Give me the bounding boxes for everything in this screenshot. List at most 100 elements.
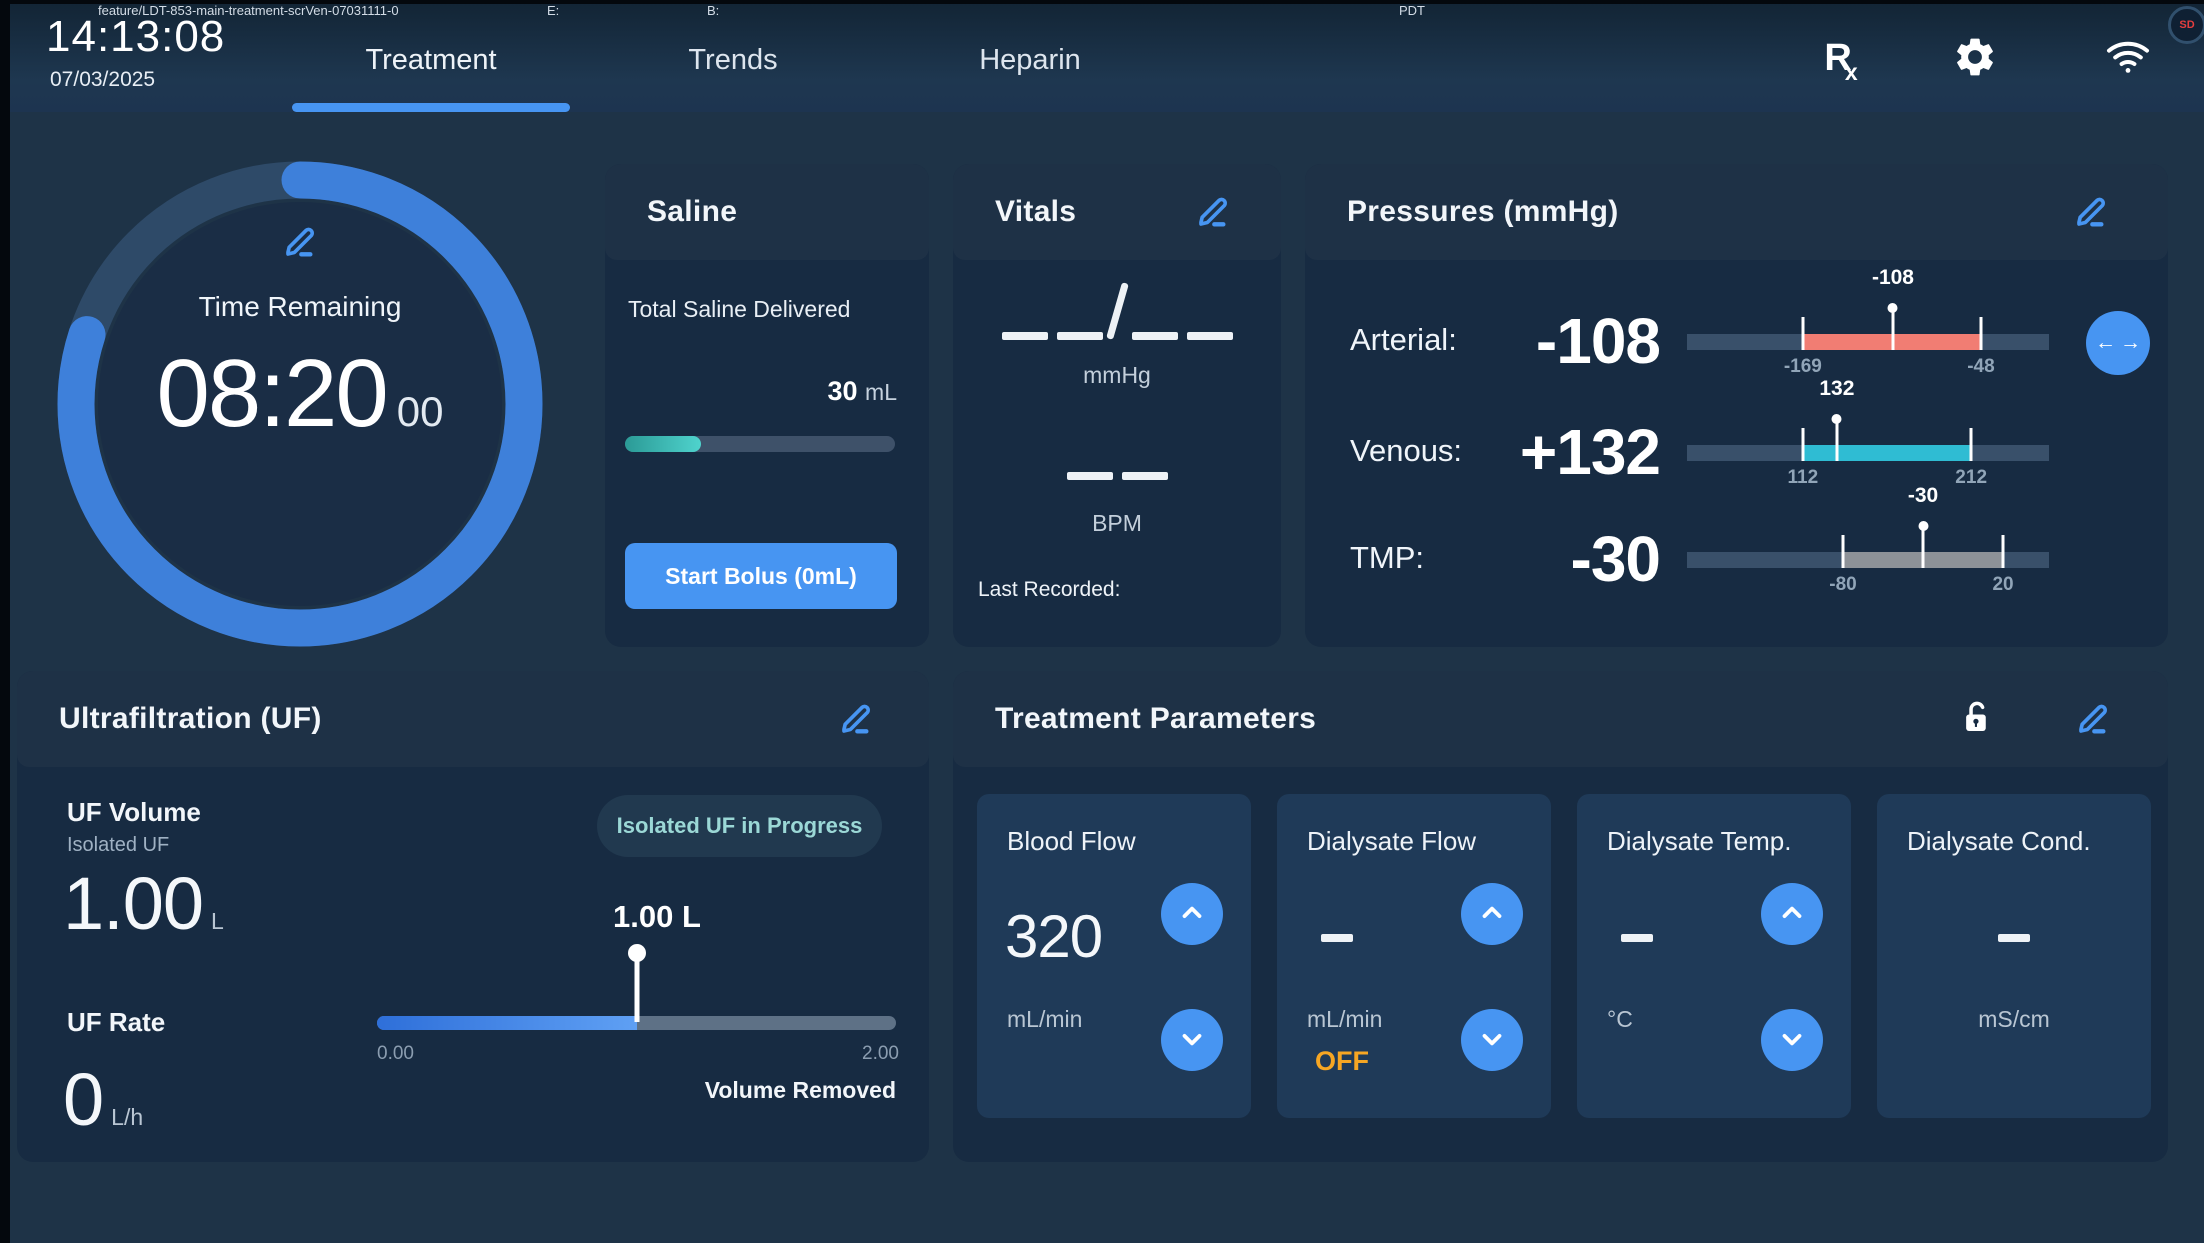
- tmp-gauge: -30 -80 20: [1687, 470, 2049, 590]
- dialysate-flow-decrease-button[interactable]: [1461, 1009, 1523, 1071]
- saline-title: Saline: [647, 164, 737, 260]
- arterial-value: -108: [1430, 304, 1660, 378]
- edit-pressures-button[interactable]: [2069, 191, 2111, 233]
- gauge-marker-label: -30: [1908, 484, 1938, 508]
- screen-left-bezel: [0, 0, 10, 1243]
- bp-dash: [1002, 332, 1048, 340]
- dialysate-flow-unit: mL/min: [1307, 1006, 1382, 1033]
- ultrafiltration-card: Ultrafiltration (UF) UF Volume Isolated …: [17, 671, 929, 1162]
- tab-treatment[interactable]: Treatment: [365, 44, 496, 77]
- dialysate-temp-decrease-button[interactable]: [1761, 1009, 1823, 1071]
- hr-dash: [1067, 472, 1113, 480]
- gauge-marker-label: 132: [1819, 377, 1854, 401]
- edit-parameters-button[interactable]: [2071, 698, 2113, 740]
- vitals-card: Vitals mmHg BPM Last Recorded:: [953, 164, 1281, 647]
- tab-heparin[interactable]: Heparin: [979, 44, 1081, 77]
- uf-volume-label: UF Volume: [67, 797, 201, 828]
- tmp-label: TMP:: [1350, 540, 1424, 576]
- wifi-icon: [2104, 33, 2152, 84]
- dialysate-cond-unit: mS/cm: [1877, 1006, 2151, 1033]
- uf-volume-number: 1.00: [63, 861, 203, 946]
- uf-slider-max-label: 2.00: [862, 1043, 899, 1065]
- edit-uf-button[interactable]: [834, 698, 876, 740]
- tab-trends[interactable]: Trends: [688, 44, 777, 77]
- sd-badge-label: SD: [2179, 19, 2194, 31]
- uf-slider-thumb[interactable]: [628, 944, 646, 962]
- clock-time: 14:13:08: [46, 12, 225, 62]
- dialysate-flow-increase-button[interactable]: [1461, 883, 1523, 945]
- dialysate-cond-tile: Dialysate Cond. mS/cm: [1877, 794, 2151, 1118]
- dialysate-flow-title: Dialysate Flow: [1307, 826, 1476, 857]
- gauge-min-tick: [1801, 317, 1804, 350]
- batch-label: B:: [707, 3, 719, 18]
- settings-button[interactable]: [1951, 34, 1999, 82]
- dialysate-cond-placeholder-dash: [1998, 934, 2030, 942]
- edit-time-button[interactable]: [279, 221, 319, 261]
- gauge-max-tick: [1979, 317, 1982, 350]
- tp-title: Treatment Parameters: [995, 671, 1316, 767]
- pressures-title: Pressures (mmHg): [1347, 164, 1619, 260]
- chevron-up-icon: [1477, 898, 1507, 931]
- rx-icon: Rx: [1824, 37, 1857, 80]
- saline-card-header: Saline: [605, 164, 929, 260]
- treatment-screen: feature/LDT-853-main-treatment-scrVen-07…: [0, 0, 2204, 1243]
- chevron-down-icon: [1777, 1024, 1807, 1057]
- uf-slider-fill: [377, 1016, 637, 1030]
- timer-time: 08:20: [157, 339, 387, 449]
- gear-icon: [1952, 34, 1998, 83]
- dialysate-flow-off-status: OFF: [1315, 1046, 1369, 1077]
- saline-delivered-value: 30 mL: [827, 376, 897, 407]
- uf-slider-min-label: 0.00: [377, 1043, 414, 1065]
- blood-flow-decrease-button[interactable]: [1161, 1009, 1223, 1071]
- blood-flow-increase-button[interactable]: [1161, 883, 1223, 945]
- uf-slider-value-label: 1.00 L: [577, 899, 737, 935]
- env-label: E:: [547, 3, 559, 18]
- timer-value: 08:20 00: [57, 339, 543, 449]
- hr-unit-label: BPM: [953, 510, 1281, 537]
- dialysate-temp-increase-button[interactable]: [1761, 883, 1823, 945]
- saline-progress-fill: [625, 436, 701, 452]
- start-bolus-button[interactable]: Start Bolus (0mL): [625, 543, 897, 609]
- heart-rate-placeholder: [953, 472, 1281, 480]
- gauge-range-max: 20: [1992, 574, 2013, 596]
- pressure-range-swap-button[interactable]: ← →: [2086, 311, 2150, 375]
- dialysate-temp-unit: °C: [1607, 1006, 1633, 1033]
- bp-dash: [1187, 332, 1233, 340]
- uf-rate-label: UF Rate: [67, 1007, 165, 1038]
- venous-gauge: 132 112 212: [1687, 363, 2049, 483]
- gauge-fill: [1803, 445, 1971, 461]
- last-recorded-label: Last Recorded:: [978, 578, 1120, 602]
- screen-top-bezel: [0, 0, 2204, 4]
- edit-vitals-button[interactable]: [1191, 191, 1233, 233]
- uf-volume-value: 1.00 L: [63, 861, 224, 946]
- pencil-icon: [2070, 219, 2110, 234]
- prescription-rx-button[interactable]: Rx: [1817, 34, 1865, 82]
- sd-status-badge: SD: [2168, 6, 2204, 44]
- uf-slider-track[interactable]: [377, 1016, 896, 1030]
- timer-seconds: 00: [397, 388, 444, 436]
- pressures-card: Pressures (mmHg) Arterial: -108 -108 -16…: [1305, 164, 2168, 647]
- gauge-min-tick: [1842, 535, 1845, 568]
- uf-rate-unit: L/h: [111, 1104, 143, 1131]
- saline-value-unit: mL: [865, 379, 897, 405]
- isolated-uf-status-badge: Isolated UF in Progress: [597, 795, 882, 857]
- lock-open-icon: [1956, 727, 1998, 742]
- pencil-icon: [835, 726, 875, 741]
- uf-card-header: Ultrafiltration (UF): [17, 671, 929, 767]
- dialysate-temp-title: Dialysate Temp.: [1607, 826, 1792, 857]
- wifi-button[interactable]: [2104, 34, 2152, 82]
- unlock-parameters-button[interactable]: [1955, 697, 1999, 741]
- right-arrow-icon: →: [2120, 331, 2141, 355]
- uf-volume-unit: L: [211, 908, 224, 935]
- pressures-card-header: Pressures (mmHg): [1305, 164, 2168, 260]
- treatment-parameters-card: Treatment Parameters Blood Flow 320 mL/m…: [953, 671, 2168, 1162]
- uf-volume-sublabel: Isolated UF: [67, 834, 169, 857]
- left-arrow-icon: ←: [2095, 331, 2116, 355]
- bp-dash: [1057, 332, 1103, 340]
- clock-date: 07/03/2025: [50, 68, 155, 92]
- arterial-gauge: -108 -169 -48: [1687, 252, 2049, 372]
- total-saline-delivered-label: Total Saline Delivered: [628, 296, 850, 323]
- blood-pressure-placeholder: [953, 282, 1281, 340]
- gauge-max-tick: [2002, 535, 2005, 568]
- dialysate-flow-placeholder-dash: [1321, 934, 1353, 942]
